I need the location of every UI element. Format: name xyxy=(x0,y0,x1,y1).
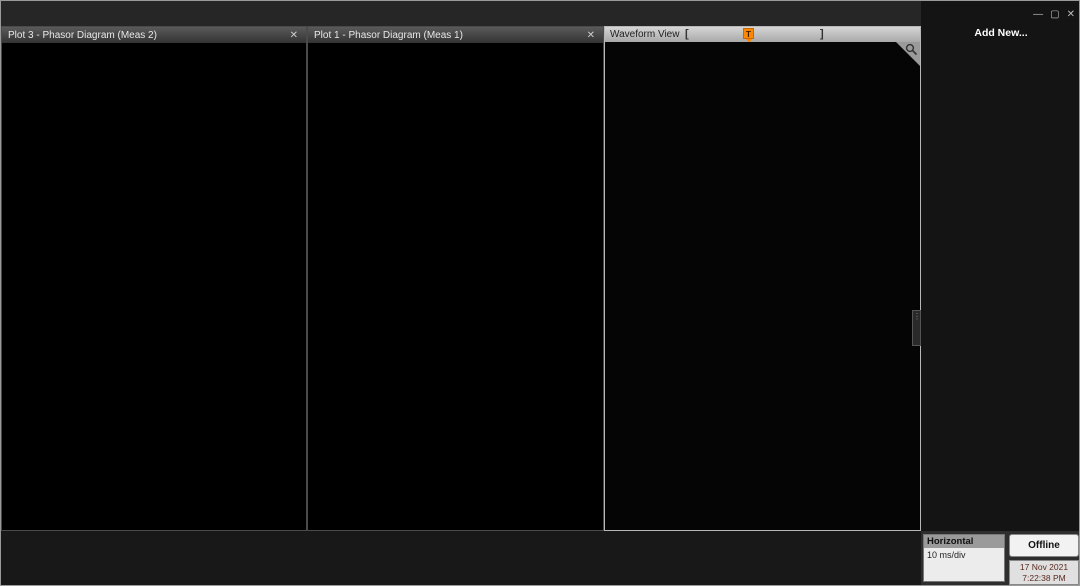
trigger-position-icon[interactable]: T xyxy=(743,28,754,43)
waveform-view-titlebar[interactable]: Waveform View [ ] T xyxy=(605,27,920,43)
minimize-icon[interactable]: — xyxy=(1033,9,1043,20)
offline-button[interactable]: Offline xyxy=(1009,534,1079,557)
add-new-label: Add New... xyxy=(974,27,1028,39)
plot3-titlebar[interactable]: Plot 3 - Phasor Diagram (Meas 2) ✕ xyxy=(2,27,306,43)
horizontal-settings[interactable]: Horizontal 10 ms/div xyxy=(923,534,1005,582)
waveform-view-window: Waveform View [ ] T ⋮ xyxy=(604,26,921,531)
plot1-titlebar[interactable]: Plot 1 - Phasor Diagram (Meas 1) ✕ xyxy=(308,27,603,43)
expansion-bracket-left[interactable]: [ xyxy=(685,28,689,40)
plot3-window: Plot 3 - Phasor Diagram (Meas 2) ✕ xyxy=(1,26,307,531)
plot3-title: Plot 3 - Phasor Diagram (Meas 2) xyxy=(8,29,157,41)
horizontal-title: Horizontal xyxy=(924,535,1004,548)
restore-icon[interactable]: ▢ xyxy=(1050,9,1059,20)
datetime-panel: 17 Nov 2021 7:22:38 PM xyxy=(1009,560,1079,585)
plot3-phasor-diagram xyxy=(2,46,306,480)
waveform-grid: ⋮ xyxy=(605,42,921,530)
plot1-window: Plot 1 - Phasor Diagram (Meas 1) ✕ xyxy=(307,26,604,531)
close-icon[interactable]: ✕ xyxy=(1067,9,1075,20)
channel-settings-bar xyxy=(1,531,921,585)
plot1-phasor-diagram xyxy=(308,46,603,464)
horizontal-value: 10 ms/div xyxy=(927,550,966,560)
close-icon[interactable]: ✕ xyxy=(585,30,597,41)
sidebar-bottom-strip: Horizontal 10 ms/div Offline 17 Nov 2021… xyxy=(921,531,1079,585)
tekscope-app: Plot 3 - Phasor Diagram (Meas 2) ✕ Plot … xyxy=(0,0,1080,586)
menu-bar xyxy=(1,1,935,27)
sidebar-button-grid xyxy=(921,41,1079,50)
waveform-view-title: Waveform View xyxy=(610,29,680,40)
expansion-bracket-right[interactable]: ] xyxy=(820,28,824,40)
magnifier-icon[interactable] xyxy=(905,43,918,56)
time-label: 7:22:38 PM xyxy=(1022,573,1066,583)
plot1-title: Plot 1 - Phasor Diagram (Meas 1) xyxy=(314,29,463,41)
sidebar: — ▢ ✕ Add New... Horizontal 10 ms/div Of… xyxy=(921,1,1079,585)
date-label: 17 Nov 2021 xyxy=(1019,562,1069,572)
close-icon[interactable]: ✕ xyxy=(288,30,300,41)
panel-splitter-handle[interactable]: ⋮ xyxy=(912,310,921,347)
